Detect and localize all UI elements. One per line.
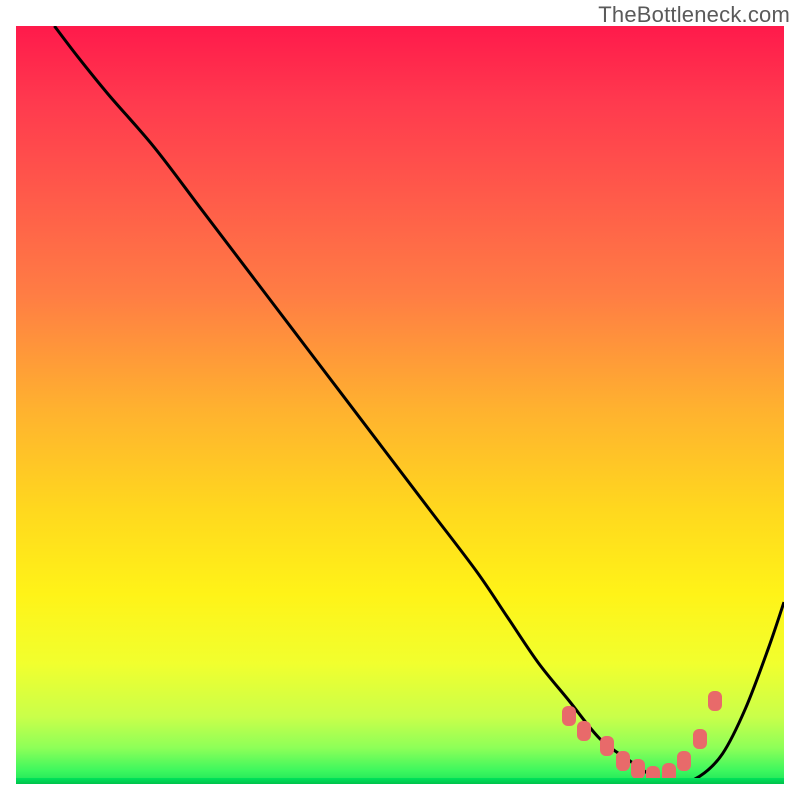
- watermark-text: TheBottleneck.com: [598, 2, 790, 28]
- data-marker: [708, 691, 722, 711]
- data-marker: [562, 706, 576, 726]
- data-marker: [600, 736, 614, 756]
- chart-container: TheBottleneck.com: [0, 0, 800, 800]
- data-marker: [577, 721, 591, 741]
- data-curve: [16, 26, 784, 784]
- data-marker: [616, 751, 630, 771]
- data-marker: [677, 751, 691, 771]
- data-marker: [631, 759, 645, 779]
- baseline-strip: [16, 778, 784, 784]
- plot-area: [16, 26, 784, 784]
- data-marker: [693, 729, 707, 749]
